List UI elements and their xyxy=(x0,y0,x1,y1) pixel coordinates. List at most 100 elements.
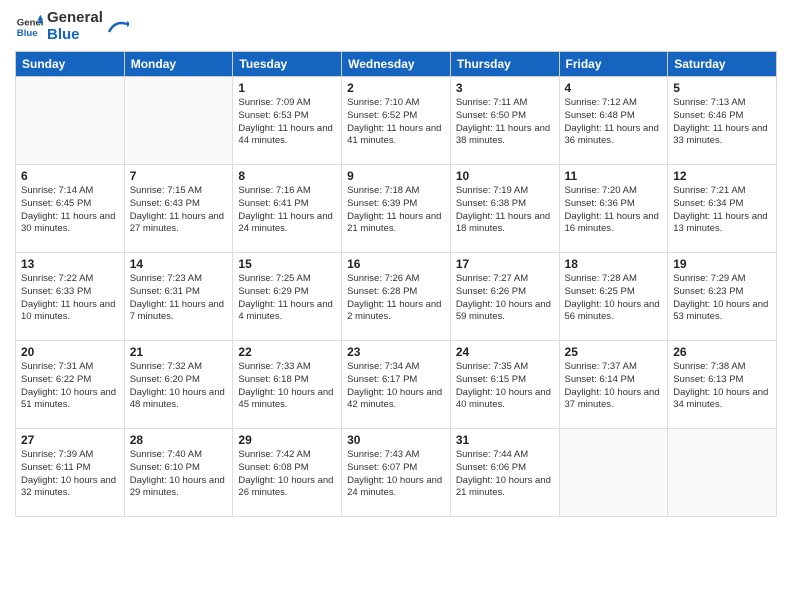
week-row-5: 27 Sunrise: 7:39 AM Sunset: 6:11 PM Dayli… xyxy=(16,429,777,517)
day-number: 7 xyxy=(130,169,228,183)
day-cell-12: 12Sunrise: 7:21 AM Sunset: 6:34 PM Dayli… xyxy=(668,165,777,253)
day-number: 22 xyxy=(238,345,336,359)
day-number: 30 xyxy=(347,433,445,447)
day-cell-8: 8Sunrise: 7:16 AM Sunset: 6:41 PM Daylig… xyxy=(233,165,342,253)
day-header-wednesday: Wednesday xyxy=(342,52,451,77)
day-number: 25 xyxy=(565,345,663,359)
logo-swoosh-icon xyxy=(107,18,129,36)
day-info: Sunrise: 7:25 AM Sunset: 6:29 PM Dayligh… xyxy=(238,273,336,324)
calendar-body: 1 Sunrise: 7:09 AM Sunset: 6:53 PM Daylig… xyxy=(16,77,777,517)
day-number: 20 xyxy=(21,345,119,359)
day-info: Sunrise: 7:15 AM Sunset: 6:43 PM Dayligh… xyxy=(130,185,228,236)
day-header-tuesday: Tuesday xyxy=(233,52,342,77)
day-info: Sunrise: 7:12 AM Sunset: 6:48 PM Dayligh… xyxy=(565,97,663,148)
day-cell-17: 17Sunrise: 7:27 AM Sunset: 6:26 PM Dayli… xyxy=(450,253,559,341)
svg-text:Blue: Blue xyxy=(17,27,38,38)
day-number: 6 xyxy=(21,169,119,183)
day-info: Sunrise: 7:37 AM Sunset: 6:14 PM Dayligh… xyxy=(565,361,663,412)
day-number: 15 xyxy=(238,257,336,271)
week-row-2: 6 Sunrise: 7:14 AM Sunset: 6:45 PM Daylig… xyxy=(16,165,777,253)
day-cell-2: 2Sunrise: 7:10 AM Sunset: 6:52 PM Daylig… xyxy=(342,77,451,165)
day-cell-29: 29 Sunrise: 7:42 AM Sunset: 6:08 PM Dayli… xyxy=(233,429,342,517)
day-info: Sunrise: 7:32 AM Sunset: 6:20 PM Dayligh… xyxy=(130,361,228,412)
day-cell-13: 13Sunrise: 7:22 AM Sunset: 6:33 PM Dayli… xyxy=(16,253,125,341)
day-cell-20: 20 Sunrise: 7:31 AM Sunset: 6:22 PM Dayli… xyxy=(16,341,125,429)
week-row-4: 20 Sunrise: 7:31 AM Sunset: 6:22 PM Dayli… xyxy=(16,341,777,429)
day-number: 27 xyxy=(21,433,119,447)
day-number: 3 xyxy=(456,81,554,95)
day-info: Sunrise: 7:35 AM Sunset: 6:15 PM Dayligh… xyxy=(456,361,554,412)
day-info: Sunrise: 7:09 AM Sunset: 6:53 PM Dayligh… xyxy=(238,97,336,148)
day-info: Sunrise: 7:13 AM Sunset: 6:46 PM Dayligh… xyxy=(673,97,771,148)
day-info: Sunrise: 7:26 AM Sunset: 6:28 PM Dayligh… xyxy=(347,273,445,324)
day-number: 9 xyxy=(347,169,445,183)
day-info: Sunrise: 7:33 AM Sunset: 6:18 PM Dayligh… xyxy=(238,361,336,412)
day-cell-16: 16 Sunrise: 7:26 AM Sunset: 6:28 PM Dayli… xyxy=(342,253,451,341)
day-info: Sunrise: 7:21 AM Sunset: 6:34 PM Dayligh… xyxy=(673,185,771,236)
day-cell-24: 24 Sunrise: 7:35 AM Sunset: 6:15 PM Dayli… xyxy=(450,341,559,429)
day-info: Sunrise: 7:14 AM Sunset: 6:45 PM Dayligh… xyxy=(21,185,119,236)
day-cell-28: 28Sunrise: 7:40 AM Sunset: 6:10 PM Dayli… xyxy=(124,429,233,517)
day-cell-30: 30 Sunrise: 7:43 AM Sunset: 6:07 PM Dayli… xyxy=(342,429,451,517)
day-cell-27: 27 Sunrise: 7:39 AM Sunset: 6:11 PM Dayli… xyxy=(16,429,125,517)
days-header-row: SundayMondayTuesdayWednesdayThursdayFrid… xyxy=(16,52,777,77)
day-header-thursday: Thursday xyxy=(450,52,559,77)
day-cell-15: 15 Sunrise: 7:25 AM Sunset: 6:29 PM Dayli… xyxy=(233,253,342,341)
day-info: Sunrise: 7:39 AM Sunset: 6:11 PM Dayligh… xyxy=(21,449,119,500)
day-number: 1 xyxy=(238,81,336,95)
day-cell-5: 5Sunrise: 7:13 AM Sunset: 6:46 PM Daylig… xyxy=(668,77,777,165)
day-header-sunday: Sunday xyxy=(16,52,125,77)
week-row-3: 13Sunrise: 7:22 AM Sunset: 6:33 PM Dayli… xyxy=(16,253,777,341)
day-cell-empty-4-6 xyxy=(668,429,777,517)
day-cell-4: 4 Sunrise: 7:12 AM Sunset: 6:48 PM Daylig… xyxy=(559,77,668,165)
day-cell-10: 10 Sunrise: 7:19 AM Sunset: 6:38 PM Dayli… xyxy=(450,165,559,253)
day-number: 29 xyxy=(238,433,336,447)
day-number: 16 xyxy=(347,257,445,271)
day-cell-6: 6 Sunrise: 7:14 AM Sunset: 6:45 PM Daylig… xyxy=(16,165,125,253)
day-cell-22: 22 Sunrise: 7:33 AM Sunset: 6:18 PM Dayli… xyxy=(233,341,342,429)
logo-icon: General Blue xyxy=(15,13,43,41)
day-cell-14: 14Sunrise: 7:23 AM Sunset: 6:31 PM Dayli… xyxy=(124,253,233,341)
day-info: Sunrise: 7:19 AM Sunset: 6:38 PM Dayligh… xyxy=(456,185,554,236)
day-info: Sunrise: 7:18 AM Sunset: 6:39 PM Dayligh… xyxy=(347,185,445,236)
day-cell-empty-0-0 xyxy=(16,77,125,165)
day-number: 18 xyxy=(565,257,663,271)
day-cell-3: 3 Sunrise: 7:11 AM Sunset: 6:50 PM Daylig… xyxy=(450,77,559,165)
day-info: Sunrise: 7:16 AM Sunset: 6:41 PM Dayligh… xyxy=(238,185,336,236)
day-cell-empty-0-1 xyxy=(124,77,233,165)
day-number: 28 xyxy=(130,433,228,447)
day-cell-21: 21 Sunrise: 7:32 AM Sunset: 6:20 PM Dayli… xyxy=(124,341,233,429)
day-info: Sunrise: 7:29 AM Sunset: 6:23 PM Dayligh… xyxy=(673,273,771,324)
day-cell-1: 1 Sunrise: 7:09 AM Sunset: 6:53 PM Daylig… xyxy=(233,77,342,165)
header: General Blue General Blue xyxy=(15,10,777,43)
day-info: Sunrise: 7:31 AM Sunset: 6:22 PM Dayligh… xyxy=(21,361,119,412)
day-info: Sunrise: 7:38 AM Sunset: 6:13 PM Dayligh… xyxy=(673,361,771,412)
day-cell-9: 9 Sunrise: 7:18 AM Sunset: 6:39 PM Daylig… xyxy=(342,165,451,253)
day-info: Sunrise: 7:28 AM Sunset: 6:25 PM Dayligh… xyxy=(565,273,663,324)
day-info: Sunrise: 7:20 AM Sunset: 6:36 PM Dayligh… xyxy=(565,185,663,236)
day-info: Sunrise: 7:42 AM Sunset: 6:08 PM Dayligh… xyxy=(238,449,336,500)
day-cell-18: 18 Sunrise: 7:28 AM Sunset: 6:25 PM Dayli… xyxy=(559,253,668,341)
day-number: 21 xyxy=(130,345,228,359)
day-number: 26 xyxy=(673,345,771,359)
day-info: Sunrise: 7:11 AM Sunset: 6:50 PM Dayligh… xyxy=(456,97,554,148)
day-number: 4 xyxy=(565,81,663,95)
day-number: 19 xyxy=(673,257,771,271)
day-info: Sunrise: 7:23 AM Sunset: 6:31 PM Dayligh… xyxy=(130,273,228,324)
day-header-saturday: Saturday xyxy=(668,52,777,77)
logo: General Blue General Blue xyxy=(15,10,129,43)
day-number: 10 xyxy=(456,169,554,183)
day-number: 24 xyxy=(456,345,554,359)
day-cell-empty-4-5 xyxy=(559,429,668,517)
day-cell-19: 19 Sunrise: 7:29 AM Sunset: 6:23 PM Dayli… xyxy=(668,253,777,341)
day-info: Sunrise: 7:27 AM Sunset: 6:26 PM Dayligh… xyxy=(456,273,554,324)
day-info: Sunrise: 7:44 AM Sunset: 6:06 PM Dayligh… xyxy=(456,449,554,500)
day-number: 23 xyxy=(347,345,445,359)
day-cell-23: 23Sunrise: 7:34 AM Sunset: 6:17 PM Dayli… xyxy=(342,341,451,429)
day-number: 2 xyxy=(347,81,445,95)
calendar-table: SundayMondayTuesdayWednesdayThursdayFrid… xyxy=(15,51,777,517)
day-cell-25: 25 Sunrise: 7:37 AM Sunset: 6:14 PM Dayli… xyxy=(559,341,668,429)
day-info: Sunrise: 7:43 AM Sunset: 6:07 PM Dayligh… xyxy=(347,449,445,500)
logo-general: General xyxy=(47,10,103,27)
day-cell-26: 26 Sunrise: 7:38 AM Sunset: 6:13 PM Dayli… xyxy=(668,341,777,429)
